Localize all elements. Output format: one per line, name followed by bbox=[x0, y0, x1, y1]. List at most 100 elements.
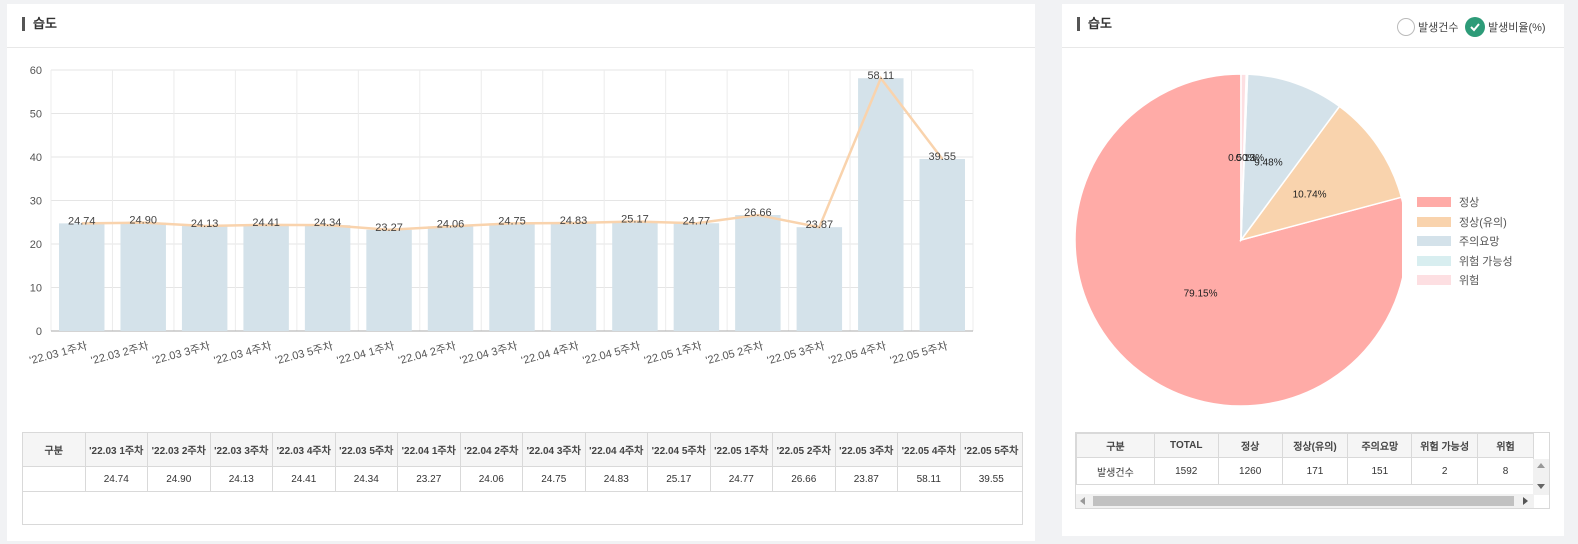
legend-item[interactable]: 주의요망 bbox=[1417, 233, 1499, 249]
data-label: 58.11 bbox=[867, 70, 894, 82]
y-tick-label: 20 bbox=[30, 239, 42, 251]
scroll-thumb[interactable] bbox=[1093, 496, 1514, 506]
humidity-pie-chart: 79.15%10.74%9.48%0.13%0.50% bbox=[1074, 73, 1402, 407]
table-header-cell: '22.05 5주차 bbox=[959, 432, 1023, 467]
table-cell: 2 bbox=[1411, 457, 1479, 485]
table-cell: 발생건수 bbox=[1076, 457, 1155, 485]
table-header-cell: '22.03 2주차 bbox=[147, 432, 211, 467]
x-tick-label: '22.03 5주차 bbox=[274, 339, 334, 367]
table-header-cell: '22.03 4주차 bbox=[272, 432, 336, 467]
table-header-cell: '22.03 5주차 bbox=[334, 432, 398, 467]
data-label: 24.75 bbox=[498, 215, 526, 227]
table-header-cell: 정상 bbox=[1217, 433, 1283, 458]
horizontal-scrollbar[interactable] bbox=[1076, 494, 1534, 508]
scroll-down-icon[interactable] bbox=[1537, 484, 1545, 489]
pie-slice-label: 79.15% bbox=[1184, 289, 1218, 300]
panel-title: 습도 bbox=[22, 17, 57, 31]
humidity-distribution-panel: 습도 발생건수 발생비율(%) 79.15% 10.74% 9.48% 0.13% 0.… bbox=[1062, 4, 1564, 536]
legend-label: 주의요망 bbox=[1459, 236, 1500, 248]
scroll-right-icon[interactable] bbox=[1523, 497, 1528, 505]
bar bbox=[181, 226, 228, 331]
x-tick-label: '22.05 2주차 bbox=[704, 339, 764, 367]
legend-swatch bbox=[1417, 236, 1451, 246]
table-row: 24.74 24.90 24.13 24.41 24.34 23.27 24.06 24.75… bbox=[22, 466, 1023, 492]
table-cell: 24.90 bbox=[147, 466, 211, 492]
table-row: 발생건수 1592 1260 171 151 2 8 bbox=[1076, 457, 1534, 485]
table-header-row: 구분 TOTAL 정상 정상(유의) 주의요망 위험 가능성 위험 bbox=[1076, 433, 1534, 458]
bar bbox=[796, 227, 843, 331]
radio-unchecked-icon[interactable] bbox=[1397, 18, 1415, 36]
check-icon[interactable] bbox=[1465, 17, 1485, 37]
table-cell: 24.41 bbox=[272, 466, 336, 492]
y-tick-label: 60 bbox=[30, 65, 42, 77]
legend-item[interactable]: 정상(유의) bbox=[1417, 214, 1507, 230]
bar bbox=[120, 222, 166, 331]
legend-item[interactable]: 위험 bbox=[1417, 272, 1479, 288]
table-header-cell: TOTAL bbox=[1153, 433, 1219, 458]
table-header-row: 구분 '22.03 1주차 '22.03 2주차 '22.03 3주차 '22.03 4… bbox=[22, 432, 1023, 467]
table-cell: 24.77 bbox=[709, 466, 773, 492]
data-label: 24.83 bbox=[560, 215, 588, 227]
data-label: 24.74 bbox=[68, 215, 96, 227]
ratio-radio[interactable]: 발생비율(%) bbox=[1465, 17, 1546, 37]
data-label: 39.55 bbox=[929, 151, 957, 163]
x-tick-label: '22.05 4주차 bbox=[827, 339, 887, 367]
x-tick-label: '22.03 3주차 bbox=[151, 339, 211, 367]
summary-table: 구분 TOTAL 정상 정상(유의) 주의요망 위험 가능성 위험 발생건수 1592 1260… bbox=[1076, 433, 1534, 485]
data-label: 24.41 bbox=[252, 217, 280, 229]
scroll-left-icon[interactable] bbox=[1080, 497, 1085, 505]
table-cell: 23.27 bbox=[397, 466, 461, 492]
x-tick-label: '22.04 4주차 bbox=[520, 339, 580, 367]
humidity-bar-line-chart: 0 10 20 30 40 50 60 24.74 24.90 24.13 24.41 24.34 23… bbox=[28, 65, 974, 367]
table-header-cell: '22.04 1주차 bbox=[397, 432, 461, 467]
summary-table-container: 구분 TOTAL 정상 정상(유의) 주의요망 위험 가능성 위험 발생건수 1592 1260… bbox=[1075, 432, 1550, 509]
legend-label: 정상(유의) bbox=[1459, 216, 1507, 229]
humidity-trend-panel: 습도 0 10 20 30 40 50 60 24.74 24.90 24.13 24.41 24.3… bbox=[7, 4, 1035, 541]
table-header-cell: '22.05 2주차 bbox=[772, 432, 836, 467]
bar bbox=[366, 229, 412, 331]
table-header-cell: '22.03 1주차 bbox=[84, 432, 148, 467]
count-radio-label: 발생건수 bbox=[1418, 22, 1459, 34]
x-tick-label: '22.03 1주차 bbox=[28, 339, 88, 367]
vertical-scrollbar[interactable] bbox=[1533, 459, 1549, 495]
legend-item[interactable]: 정상 bbox=[1417, 194, 1479, 210]
y-tick-label: 50 bbox=[30, 109, 42, 121]
x-tick-label: '22.05 1주차 bbox=[643, 339, 703, 367]
bar bbox=[427, 226, 474, 331]
table-header-cell: 위험 가능성 bbox=[1411, 433, 1479, 458]
scroll-up-icon[interactable] bbox=[1537, 463, 1545, 468]
table-cell: 8 bbox=[1477, 457, 1534, 485]
pie-slice-label: 0.50% bbox=[1228, 153, 1256, 164]
legend-swatch bbox=[1417, 275, 1451, 285]
x-tick-label: '22.03 2주차 bbox=[90, 339, 150, 367]
ratio-radio-label: 발생비율(%) bbox=[1488, 22, 1546, 34]
y-tick-label: 30 bbox=[30, 196, 42, 208]
data-label: 24.06 bbox=[437, 218, 465, 230]
data-label: 25.17 bbox=[621, 214, 649, 226]
data-label: 24.34 bbox=[314, 217, 342, 229]
panel-header: 습도 발생건수 발생비율(%) bbox=[1062, 4, 1564, 48]
count-radio[interactable]: 발생건수 bbox=[1397, 18, 1458, 36]
x-tick-label: '22.04 3주차 bbox=[458, 339, 518, 367]
bar bbox=[59, 223, 105, 331]
x-tick-label: '22.05 5주차 bbox=[889, 339, 949, 367]
legend-item[interactable]: 위험 가능성 bbox=[1417, 253, 1513, 269]
data-label: 24.90 bbox=[129, 215, 157, 227]
legend-swatch bbox=[1417, 197, 1451, 207]
data-label: 23.87 bbox=[806, 219, 834, 231]
y-tick-label: 40 bbox=[30, 152, 42, 164]
legend-label: 정상 bbox=[1459, 197, 1480, 209]
y-tick-label: 10 bbox=[30, 283, 42, 295]
table-cell: 23.87 bbox=[834, 466, 898, 492]
table-header-cell: '22.04 5주차 bbox=[647, 432, 711, 467]
table-header-cell: '22.05 1주차 bbox=[709, 432, 773, 467]
table-cell: 24.75 bbox=[522, 466, 586, 492]
table-cell: 1592 bbox=[1153, 457, 1219, 485]
bar bbox=[612, 221, 658, 331]
table-header-cell: '22.04 2주차 bbox=[459, 432, 523, 467]
legend-label: 위험 가능성 bbox=[1459, 255, 1513, 268]
x-tick-label: '22.04 1주차 bbox=[335, 339, 395, 367]
y-tick-label: 0 bbox=[36, 326, 42, 338]
panel-header: 습도 bbox=[7, 4, 1035, 48]
table-cell: 24.34 bbox=[334, 466, 398, 492]
